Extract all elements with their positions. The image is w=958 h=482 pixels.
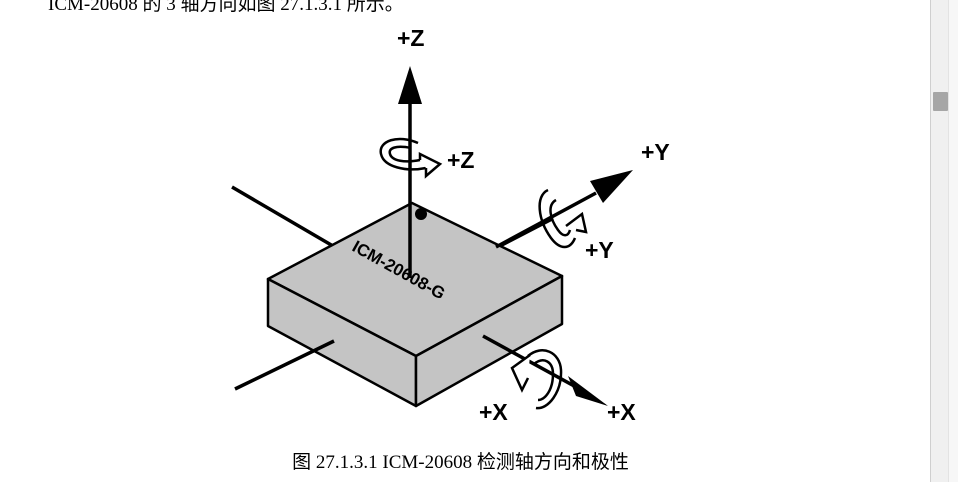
figure-caption: 图 27.1.3.1 ICM-20608 检测轴方向和极性 xyxy=(292,452,629,473)
window-edge xyxy=(948,0,958,482)
pin1-dot xyxy=(415,208,427,220)
z-axis-label: +Z xyxy=(397,25,424,51)
x-rotation-label: +X xyxy=(479,399,508,425)
axis-orientation-figure: ICM-20608-G +Z +Z +Y +Y +X +X xyxy=(231,25,670,425)
scrollbar-divider xyxy=(930,0,931,482)
x-axis-label: +X xyxy=(607,399,636,425)
y-rotation-label: +Y xyxy=(585,237,614,263)
x-rotation-arrow xyxy=(510,349,563,410)
y-axis-arrowhead xyxy=(590,170,633,203)
z-axis-arrowhead xyxy=(398,66,422,104)
document-page: ICM-20608 的 3 轴方向如图 27.1.3.1 所示。 ICM-206… xyxy=(0,0,930,482)
scrollbar-thumb[interactable] xyxy=(933,92,948,111)
z-rotation-label: +Z xyxy=(447,147,474,173)
y-axis-label: +Y xyxy=(641,139,670,165)
y-axis-line-back xyxy=(231,185,334,248)
x-axis-line xyxy=(234,339,335,391)
